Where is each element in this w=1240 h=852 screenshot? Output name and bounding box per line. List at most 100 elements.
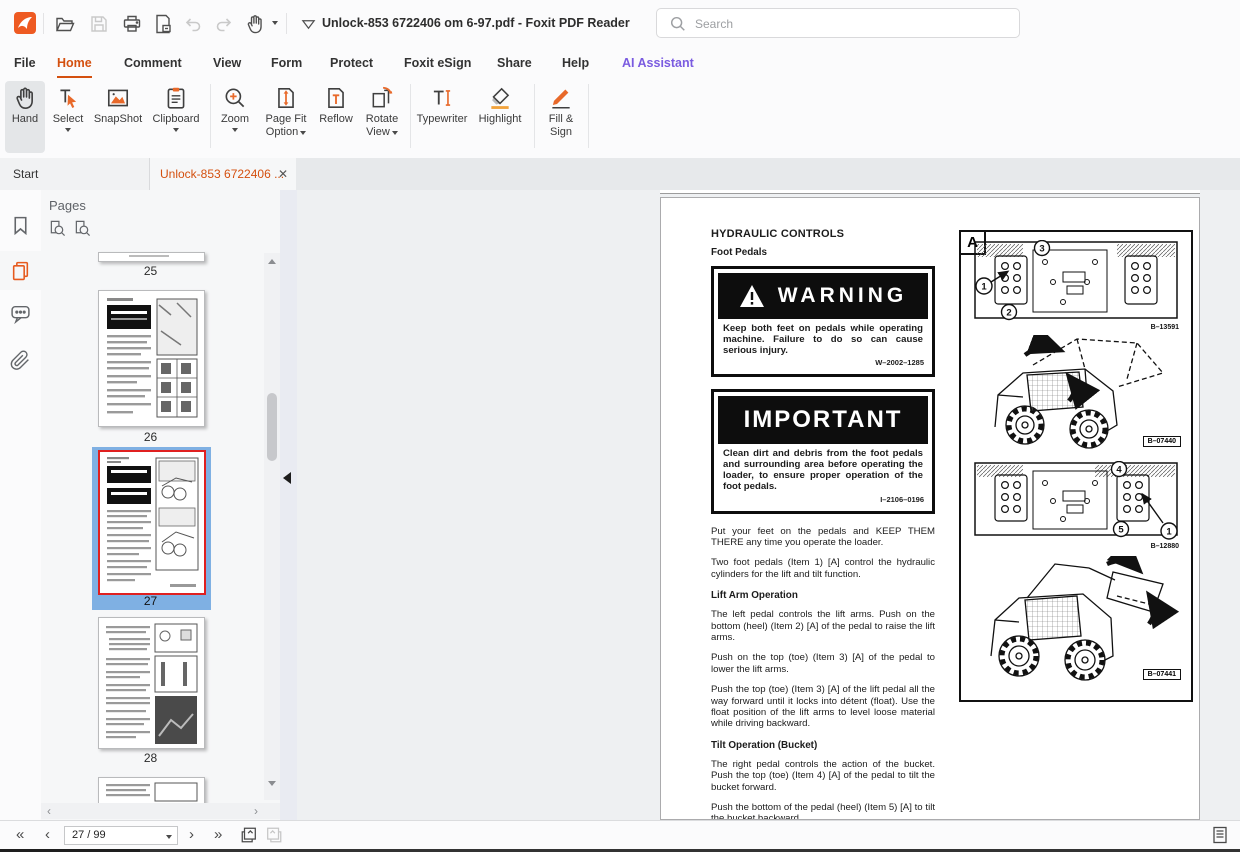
collapse-toolbar-icon[interactable]: [300, 16, 317, 33]
scroll-up-arrow-icon[interactable]: [268, 259, 276, 264]
thumbnail-label-27: 27: [143, 594, 158, 608]
redo-icon: [213, 13, 235, 35]
menu-file[interactable]: File: [14, 53, 36, 73]
doc-heading: HYDRAULIC CONTROLS: [711, 228, 845, 240]
zoom-button[interactable]: Zoom: [214, 81, 256, 153]
warning-text: Keep both feet on pedals while operating…: [723, 323, 923, 356]
paragraph: Push the bottom of the pedal (heel) (Ite…: [711, 802, 935, 820]
previous-page-button[interactable]: ‹: [45, 825, 50, 845]
menu-help[interactable]: Help: [562, 53, 589, 73]
svg-text:5: 5: [1118, 525, 1124, 536]
svg-text:3: 3: [1039, 244, 1044, 255]
figure-pedals-bottom: 4 5 1 B–12880: [967, 461, 1185, 550]
menu-protect[interactable]: Protect: [330, 53, 373, 73]
hand-button[interactable]: Hand: [5, 81, 45, 153]
svg-text:1: 1: [981, 282, 987, 293]
tab-document[interactable]: Unlock-853 6722406 ... ✕: [150, 158, 296, 190]
typewriter-icon: [433, 90, 451, 106]
rotate-view-button[interactable]: Rotate View: [358, 81, 406, 153]
attachments-panel-icon[interactable]: [10, 350, 31, 371]
highlight-button[interactable]: Highlight: [472, 81, 528, 153]
reflow-button[interactable]: Reflow: [314, 81, 358, 153]
document-view[interactable]: HYDRAULIC CONTROLS Foot Pedals WARNING K…: [297, 190, 1240, 820]
hand-tool-icon[interactable]: [244, 13, 266, 35]
figure-loader-bucket: B–07441: [967, 556, 1185, 684]
vertical-scrollbar-thumb[interactable]: [267, 393, 277, 461]
important-text: Clean dirt and debris from the foot peda…: [723, 448, 923, 492]
thumbnail-page-29[interactable]: [98, 777, 205, 804]
rotate-view-icon: [372, 86, 393, 108]
important-box: IMPORTANT Clean dirt and debris from the…: [711, 389, 935, 514]
search-box[interactable]: [656, 8, 1020, 38]
export-page-icon[interactable]: [152, 13, 174, 35]
menu-form[interactable]: Form: [271, 53, 302, 73]
thumbnail-label-28: 28: [143, 751, 158, 765]
previous-view-button[interactable]: [240, 826, 258, 844]
print-icon[interactable]: [121, 13, 143, 35]
highlight-icon: [491, 87, 510, 109]
thumbnails-vertical-scrollbar[interactable]: [264, 253, 280, 800]
scroll-right-arrow-icon[interactable]: ›: [254, 803, 258, 819]
menu-view[interactable]: View: [213, 53, 241, 73]
single-page-view-icon[interactable]: [1211, 826, 1229, 844]
thumbnail-label-25: 25: [143, 264, 158, 278]
bookmarks-panel-icon[interactable]: [10, 215, 31, 236]
hand-icon: [16, 87, 33, 109]
paragraph: Push on the top (toe) (Item 3) [A] of th…: [711, 652, 935, 675]
menu-ai-assistant[interactable]: AI Assistant: [622, 53, 694, 73]
page-fit-option-button[interactable]: Page Fit Option: [258, 81, 314, 153]
fill-sign-button[interactable]: Fill & Sign: [538, 81, 584, 153]
page-fit-icon: [278, 87, 294, 109]
save-icon: [88, 13, 110, 35]
enlarge-thumbnails-icon[interactable]: [74, 220, 91, 237]
select-caret-icon: [65, 128, 71, 135]
svg-text:4: 4: [1116, 465, 1122, 476]
figure-code: B–07441: [1142, 669, 1181, 680]
important-title: IMPORTANT: [743, 406, 903, 434]
thumbnail-page-25[interactable]: [98, 252, 205, 262]
next-view-button[interactable]: [265, 826, 283, 844]
page-number-caret-icon: [166, 835, 172, 842]
page-fit-caret-icon: [300, 130, 307, 138]
scroll-down-arrow-icon[interactable]: [268, 781, 276, 786]
thumbnail-page-28[interactable]: [98, 617, 205, 749]
comments-panel-icon[interactable]: [10, 303, 31, 324]
previous-page-edge: [660, 190, 1200, 194]
menu-home[interactable]: Home: [57, 53, 92, 78]
hand-tool-caret-icon[interactable]: [272, 21, 278, 28]
thumbnails-horizontal-scrollbar[interactable]: ‹ ›: [41, 803, 280, 819]
open-file-icon[interactable]: [54, 13, 76, 35]
snapshot-button[interactable]: SnapShot: [92, 81, 144, 153]
pages-panel-active-tab[interactable]: [0, 251, 41, 290]
panel-splitter[interactable]: [280, 190, 297, 820]
menu-foxit-esign[interactable]: Foxit eSign: [404, 53, 471, 73]
foxit-logo: [14, 12, 36, 34]
paragraph: The right pedal controls the action of t…: [711, 758, 935, 793]
menu-comment[interactable]: Comment: [124, 53, 182, 73]
fill-sign-icon: [552, 89, 570, 109]
collapse-panel-icon[interactable]: [283, 472, 291, 484]
scroll-left-arrow-icon[interactable]: ‹: [47, 803, 51, 819]
select-button[interactable]: Select: [46, 81, 90, 153]
figure-pedals-top: 1 3 2 B–13591: [967, 240, 1185, 331]
reduce-thumbnails-icon[interactable]: [49, 220, 66, 237]
clipboard-button[interactable]: Clipboard: [146, 81, 206, 153]
section-heading: Lift Arm Operation: [711, 590, 798, 602]
paragraph: The left pedal controls the lift arms. P…: [711, 609, 935, 644]
typewriter-button[interactable]: Typewriter: [414, 81, 470, 153]
next-page-button[interactable]: ›: [189, 825, 194, 845]
important-code: I–2106–0196: [880, 494, 924, 504]
menu-share[interactable]: Share: [497, 53, 532, 73]
first-page-button[interactable]: «: [16, 825, 24, 845]
page-number-combobox[interactable]: 27 / 99: [64, 826, 178, 845]
foxit-pdf-reader-window: Unlock-853 6722406 om 6-97.pdf - Foxit P…: [0, 0, 1240, 852]
select-icon: [60, 89, 77, 108]
thumbnail-page-27[interactable]: [98, 450, 206, 595]
search-input[interactable]: [693, 13, 1007, 35]
tab-start[interactable]: Start: [0, 158, 150, 190]
tab-close-icon[interactable]: ✕: [278, 158, 288, 190]
last-page-button[interactable]: »: [214, 825, 222, 845]
thumbnail-page-26[interactable]: [98, 290, 205, 427]
pages-panel-title: Pages: [49, 198, 86, 213]
figure-code: B–13591: [1150, 324, 1179, 331]
